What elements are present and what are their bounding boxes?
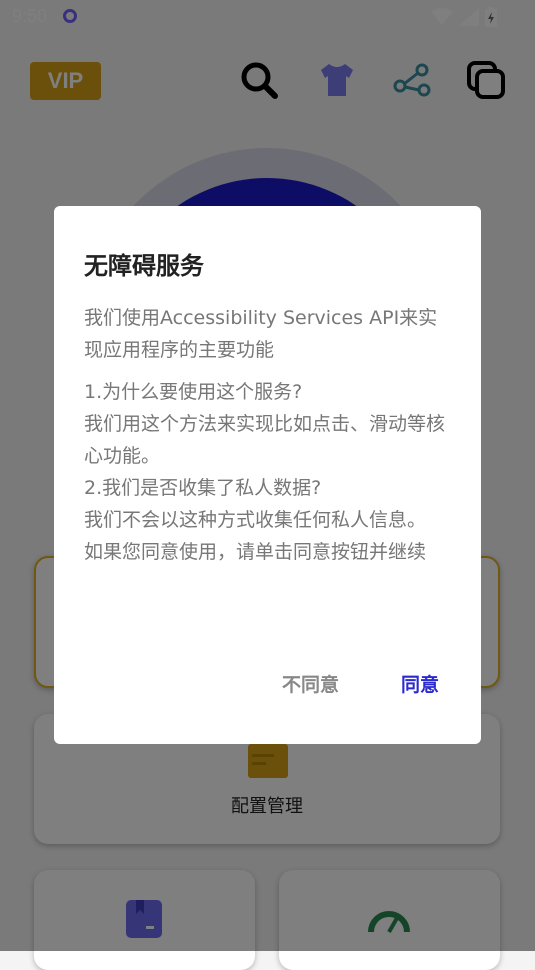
dialog-line: 我们不会以这种方式收集任何私人信息。 [84, 509, 427, 531]
agree-button[interactable]: 同意 [401, 670, 439, 697]
dialog-body: 我们使用Accessibility Services API来实现应用程序的主要… [84, 302, 454, 568]
disagree-button[interactable]: 不同意 [282, 670, 339, 697]
accessibility-dialog: 无障碍服务 我们使用Accessibility Services API来实现应… [54, 206, 481, 744]
dialog-title: 无障碍服务 [84, 252, 204, 280]
dialog-intro: 我们使用Accessibility Services API来实现应用程序的主要… [84, 307, 438, 361]
dialog-line: 1.为什么要使用这个服务? [84, 381, 303, 403]
dialog-line: 我们用这个方法来实现比如点击、滑动等核心功能。 [84, 413, 446, 467]
dialog-line: 2.我们是否收集了私人数据? [84, 477, 322, 499]
dialog-line: 如果您同意使用，请单击同意按钮并继续 [84, 541, 427, 563]
